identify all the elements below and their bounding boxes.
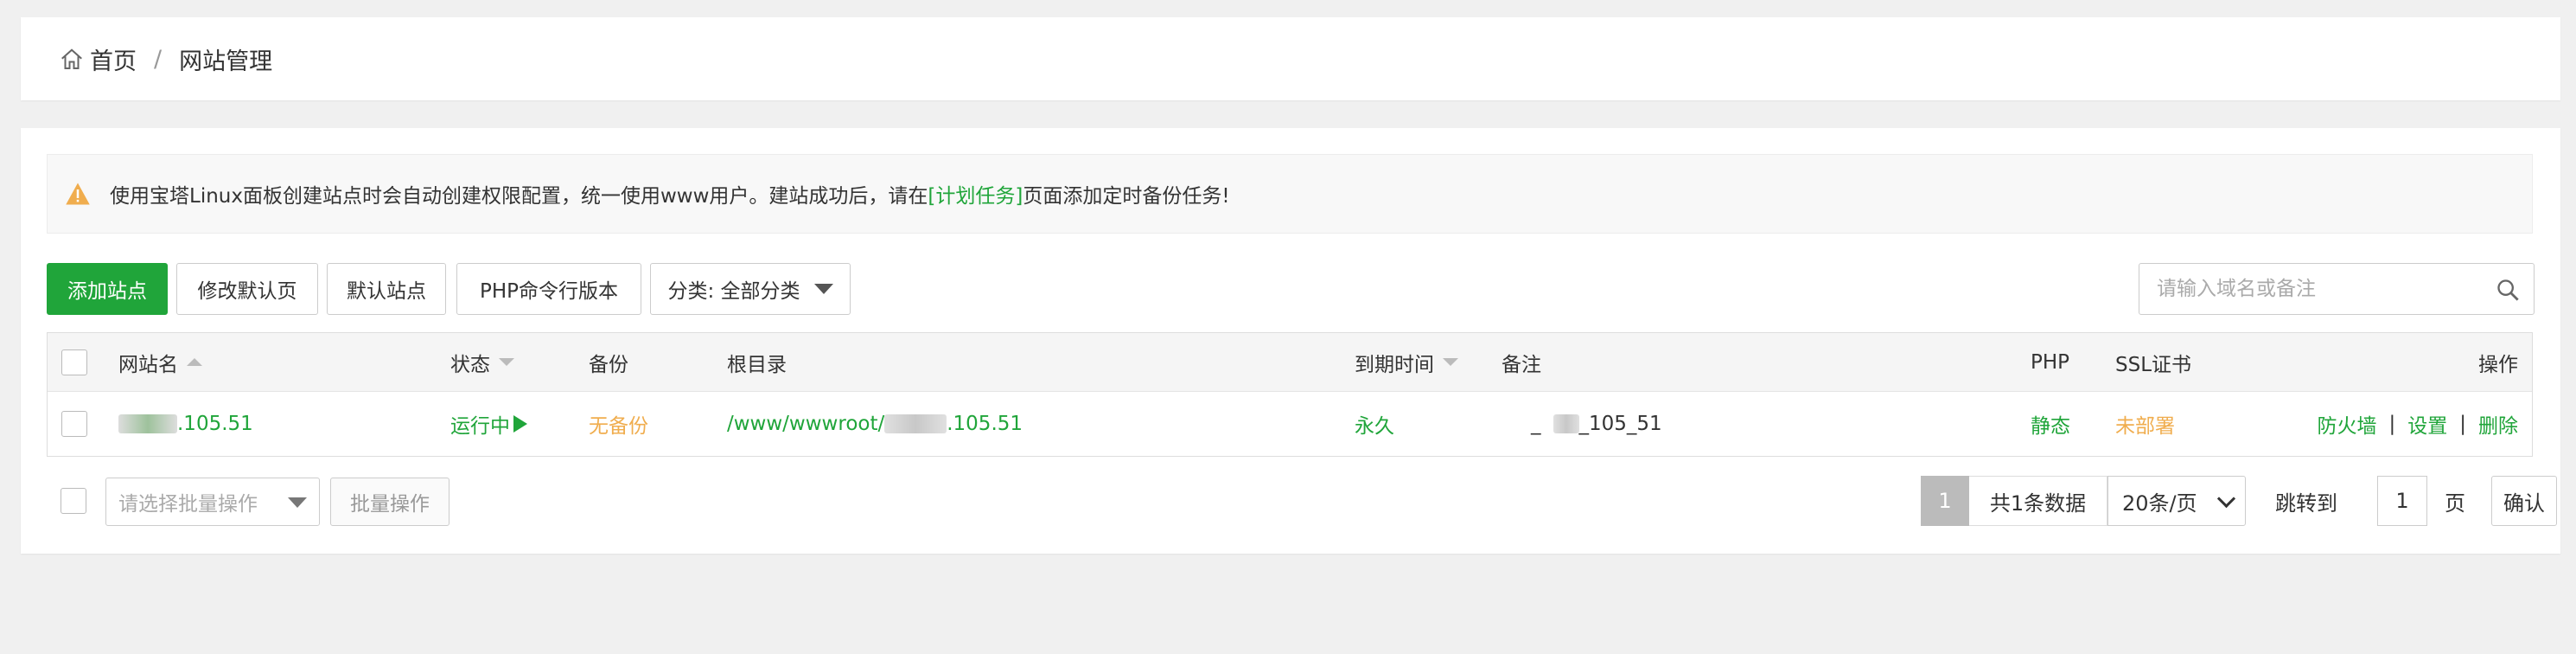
php-version-link[interactable]: 静态 (2031, 392, 2070, 456)
header-site-name[interactable]: 网站名 (118, 333, 202, 391)
chevron-down-icon (2216, 489, 2236, 509)
redacted-text (884, 414, 947, 433)
remark-suffix: _105_51 (1578, 413, 1662, 435)
table-row: .105.51 运行中 无备份 /www/wwwroot/.105.51 永久 … (48, 392, 2532, 456)
default-site-button[interactable]: 默认站点 (327, 263, 446, 315)
site-management-panel: 使用宝塔Linux面板创建站点时会自动创建权限配置，统一使用www用户。建站成功… (21, 128, 2560, 554)
breadcrumb: 首页 / 网站管理 (59, 42, 272, 76)
sort-asc-icon (187, 358, 202, 366)
breadcrumb-current: 网站管理 (179, 48, 273, 75)
header-expire[interactable]: 到期时间 (1355, 333, 1458, 391)
header-php: PHP (2031, 350, 2070, 374)
backup-link[interactable]: 无备份 (589, 392, 648, 456)
add-site-button[interactable]: 添加站点 (47, 263, 168, 315)
ssl-link[interactable]: 未部署 (2115, 392, 2175, 456)
confirm-jump-button[interactable]: 确认 (2491, 476, 2557, 526)
alert-text-after: 页面添加定时备份任务! (1023, 185, 1230, 208)
per-page-select[interactable]: 20条/页 (2107, 476, 2246, 526)
batch-select-placeholder: 请选择批量操作 (118, 493, 258, 516)
page-unit-label: 页 (2445, 490, 2465, 516)
warning-icon (66, 183, 90, 205)
header-remark: 备注 (1502, 353, 1541, 376)
header-backup: 备份 (589, 353, 628, 376)
redacted-text (118, 414, 177, 433)
site-table: 网站名 状态 备份 根目录 到期时间 备注 PHP SSL证书 操作 .105.… (47, 332, 2533, 457)
chevron-down-icon (288, 497, 307, 508)
remark-field[interactable]: _ _105_51 (1531, 392, 1662, 456)
modify-default-page-button[interactable]: 修改默认页 (176, 263, 318, 315)
batch-operation-button[interactable]: 批量操作 (330, 478, 450, 526)
firewall-link[interactable]: 防火墙 (2318, 409, 2377, 439)
category-label: 分类: 全部分类 (667, 280, 800, 303)
header-status-label: 状态 (450, 353, 490, 376)
footer-select-all-checkbox[interactable] (61, 488, 86, 514)
jump-page-input[interactable]: 1 (2377, 476, 2427, 526)
row-checkbox[interactable] (61, 411, 87, 437)
table-header: 网站名 状态 备份 根目录 到期时间 备注 PHP SSL证书 操作 (48, 333, 2532, 392)
row-actions: 防火墙 | 设置 | 删除 (2318, 392, 2519, 456)
redacted-text (1553, 414, 1579, 433)
delete-link[interactable]: 删除 (2478, 409, 2518, 439)
site-name-link[interactable]: .105.51 (118, 392, 253, 456)
status-text: 运行中 (450, 415, 510, 438)
play-icon (513, 415, 527, 433)
header-site-name-label: 网站名 (118, 353, 178, 376)
header-root-dir: 根目录 (727, 353, 787, 376)
alert-text-before: 使用宝塔Linux面板创建站点时会自动创建权限配置，统一使用www用户。建站成功… (110, 185, 928, 208)
batch-operation-select[interactable]: 请选择批量操作 (105, 478, 320, 526)
site-name-text: .105.51 (177, 413, 253, 435)
sort-desc-icon (499, 358, 514, 366)
action-separator: | (2459, 413, 2466, 435)
info-alert: 使用宝塔Linux面板创建站点时会自动创建权限配置，统一使用www用户。建站成功… (47, 154, 2533, 234)
select-all-checkbox[interactable] (61, 349, 87, 375)
current-page[interactable]: 1 (1921, 476, 1969, 526)
php-cli-version-button[interactable]: PHP命令行版本 (456, 263, 641, 315)
root-dir-prefix: /www/wwwroot/ (727, 413, 885, 435)
search-input[interactable] (2155, 277, 2487, 301)
header-ssl: SSL证书 (2115, 353, 2192, 376)
expire-link[interactable]: 永久 (1355, 392, 1394, 456)
breadcrumb-separator: / (154, 46, 163, 73)
chevron-down-icon (813, 284, 833, 294)
root-dir-link[interactable]: /www/wwwroot/ .105.51 (727, 392, 1023, 456)
sort-desc-icon (1443, 358, 1458, 366)
action-separator: | (2388, 413, 2396, 435)
search-icon[interactable] (2496, 278, 2520, 302)
home-icon[interactable] (59, 47, 85, 73)
settings-link[interactable]: 设置 (2407, 409, 2447, 439)
root-dir-suffix: .105.51 (947, 413, 1023, 435)
per-page-value: 20条/页 (2122, 490, 2197, 516)
remark-prefix: _ (1531, 413, 1541, 435)
jump-to-label: 跳转到 (2275, 490, 2337, 516)
search-box (2139, 263, 2535, 315)
schedule-task-link[interactable]: [计划任务] (928, 179, 1023, 208)
breadcrumb-home[interactable]: 首页 (90, 42, 137, 76)
category-dropdown[interactable]: 分类: 全部分类 (650, 263, 851, 315)
status-toggle[interactable]: 运行中 (450, 392, 527, 456)
breadcrumb-card: 首页 / 网站管理 (21, 17, 2560, 100)
header-status[interactable]: 状态 (450, 333, 514, 391)
header-actions: 操作 (2478, 353, 2518, 376)
header-expire-label: 到期时间 (1355, 353, 1434, 376)
total-count: 共1条数据 (1969, 476, 2107, 526)
